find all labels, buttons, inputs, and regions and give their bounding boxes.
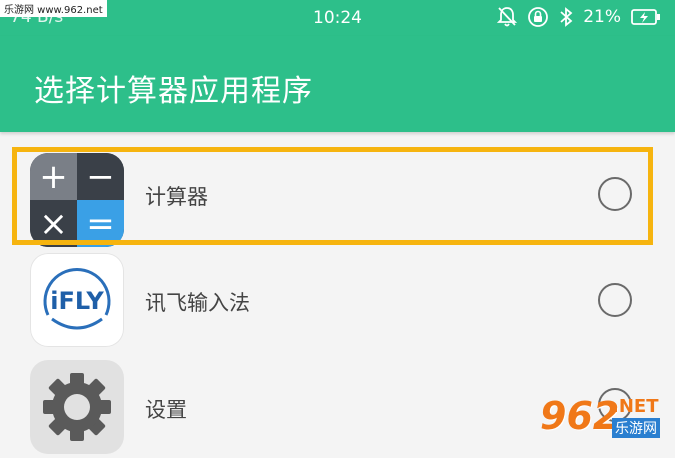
app-option-label: 设置 (145, 398, 187, 422)
app-option-label: 讯飞输入法 (145, 291, 250, 315)
bluetooth-icon (559, 6, 573, 28)
app-option-ifly[interactable]: iFLY 讯飞输入法 (0, 245, 675, 351)
highlight-box (12, 147, 653, 245)
watermark-number: 962 (540, 394, 620, 438)
battery-charging-icon (631, 8, 661, 26)
site-watermark: 乐游网 www.962.net (0, 0, 107, 17)
watermark-cn: 乐游网 (612, 418, 660, 438)
ifly-icon: iFLY (30, 253, 124, 347)
settings-gear-icon (30, 360, 124, 454)
app-bar: 选择计算器应用程序 (0, 36, 675, 132)
watermark-net: .NET (612, 396, 659, 417)
status-icons: 21% (497, 6, 661, 28)
page-title: 选择计算器应用程序 (34, 74, 313, 109)
battery-percent: 21% (583, 7, 621, 27)
rotation-lock-icon (527, 6, 549, 28)
brand-watermark: 962 .NET 乐游网 (540, 392, 675, 450)
ifly-icon-text: iFLY (50, 287, 104, 315)
mute-notification-icon (497, 6, 518, 28)
radio-button-ifly[interactable] (598, 283, 632, 317)
